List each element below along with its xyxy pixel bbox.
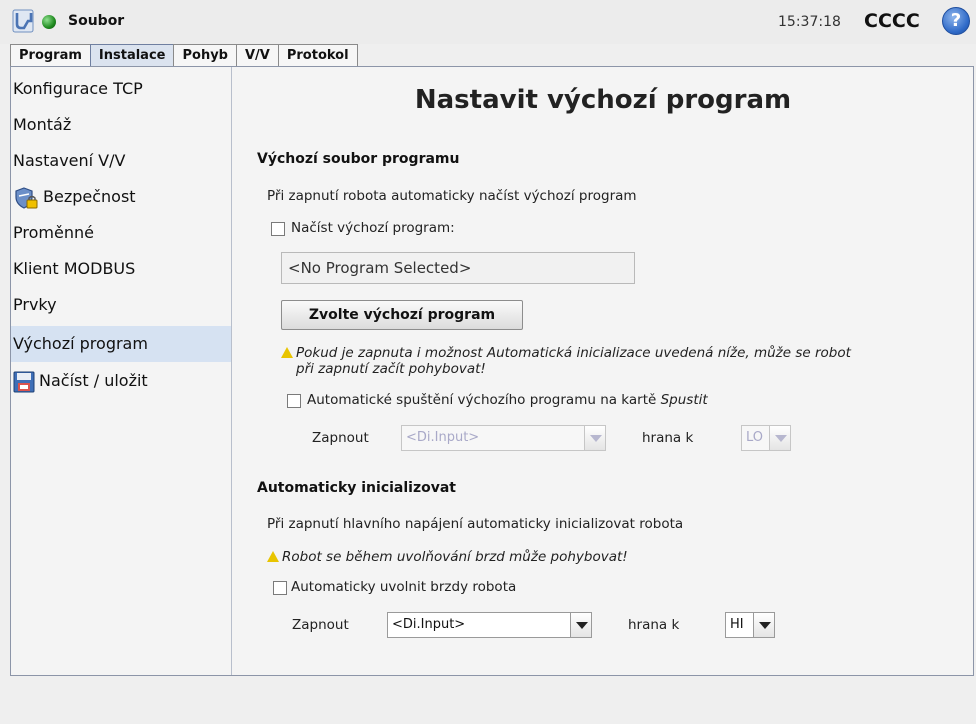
main-tabs: Program Instalace Pohyb V/V Protokol (10, 44, 358, 66)
warning-icon (267, 551, 279, 562)
tab-pohyb[interactable]: Pohyb (173, 44, 237, 66)
sidebar-item-features[interactable]: Prvky (11, 287, 231, 323)
warning-icon (281, 347, 293, 358)
help-icon[interactable]: ? (942, 7, 970, 35)
file-menu[interactable]: Soubor (68, 13, 124, 29)
default-program-panel: Nastavit výchozí program Výchozí soubor … (233, 67, 973, 675)
brake-warning: Robot se během uvolňování brzd může pohy… (267, 549, 628, 565)
choose-default-program-button[interactable]: Zvolte výchozí program (281, 300, 523, 330)
autoinit-warning-line2: při zapnutí začít pohybovat! (296, 361, 486, 377)
tab-instalace[interactable]: Instalace (89, 44, 175, 66)
release-brakes-checkbox[interactable] (273, 581, 287, 595)
autostart-input-select: <Di.Input> (401, 425, 606, 451)
auto-init-edge-select-value: HI (730, 617, 744, 632)
chevron-down-icon (584, 425, 606, 451)
sidebar-item-safety[interactable]: Bezpečnost (11, 179, 231, 215)
sidebar-item-label: Proměnné (13, 223, 94, 242)
tab-program[interactable]: Program (10, 44, 91, 66)
sidebar-item-label: Prvky (13, 295, 57, 314)
sidebar-item-mounting[interactable]: Montáž (11, 107, 231, 143)
autostart-label-text: Automatické spuštění výchozího programu … (307, 392, 661, 408)
autostart-edge-select-value: LO (746, 430, 764, 445)
installation-panel: Konfigurace TCP Montáž Nastavení V/V Bez… (10, 66, 974, 676)
top-bar: Soubor 15:37:18 CCCC ? (0, 0, 976, 44)
autoinit-warning: Pokud je zapnuta i možnost Automatická i… (281, 345, 851, 377)
chevron-down-icon (769, 425, 791, 451)
robot-status-indicator-icon (42, 15, 56, 29)
tab-protokol[interactable]: Protokol (277, 44, 358, 66)
sidebar-item-label: Načíst / uložit (39, 371, 148, 390)
sidebar-item-load-save[interactable]: Načíst / uložit (11, 363, 231, 399)
sidebar-item-label: Výchozí program (13, 334, 148, 353)
load-default-program-checkbox[interactable] (271, 222, 285, 236)
sidebar-item-label: Bezpečnost (43, 187, 136, 206)
section-heading-default-file: Výchozí soubor programu (257, 151, 460, 167)
autostart-default-program-label: Automatické spuštění výchozího programu … (307, 392, 708, 408)
auto-init-enable-label: Zapnout (292, 617, 349, 633)
clock: 15:37:18 (778, 14, 841, 30)
sidebar-item-io-setup[interactable]: Nastavení V/V (11, 143, 231, 179)
release-brakes-label: Automaticky uvolnit brzdy robota (291, 579, 517, 595)
brake-warning-text: Robot se během uvolňování brzd může pohy… (282, 549, 628, 565)
auto-init-input-select[interactable]: <Di.Input> (387, 612, 592, 638)
auto-init-input-select-value: <Di.Input> (392, 617, 466, 632)
autostart-edge-label: hrana k (642, 430, 694, 446)
page-title: Nastavit výchozí program (414, 85, 792, 115)
default-file-description: Při zapnutí robota automaticky načíst vý… (267, 188, 637, 204)
autostart-default-program-checkbox[interactable] (287, 394, 301, 408)
autostart-input-select-value: <Di.Input> (406, 430, 480, 445)
robot-name: CCCC (864, 10, 920, 32)
chevron-down-icon[interactable] (570, 612, 592, 638)
auto-init-description: Při zapnutí hlavního napájení automatick… (267, 516, 684, 532)
ur-logo-icon (12, 9, 34, 33)
auto-init-edge-label: hrana k (628, 617, 680, 633)
sidebar-item-default-program[interactable]: Výchozí program (11, 326, 231, 362)
auto-init-edge-select[interactable]: HI (725, 612, 775, 638)
sidebar-item-label: Konfigurace TCP (13, 79, 143, 98)
default-program-field: <No Program Selected> (281, 252, 635, 284)
footer-area (0, 677, 976, 724)
installation-sidebar: Konfigurace TCP Montáž Nastavení V/V Bez… (11, 67, 232, 675)
sidebar-item-variables[interactable]: Proměnné (11, 215, 231, 251)
autostart-edge-select: LO (741, 425, 791, 451)
sidebar-item-label: Nastavení V/V (13, 151, 126, 170)
section-heading-auto-init: Automaticky inicializovat (257, 480, 456, 496)
autostart-enable-label: Zapnout (312, 430, 369, 446)
sidebar-item-label: Klient MODBUS (13, 259, 136, 278)
tab-vv[interactable]: V/V (235, 44, 279, 66)
load-default-program-label: Načíst výchozí program: (291, 220, 455, 236)
autostart-label-run-tab: Spustit (660, 392, 708, 408)
floppy-disk-icon (13, 371, 35, 392)
autoinit-warning-line1: Pokud je zapnuta i možnost Automatická i… (296, 345, 851, 361)
sidebar-item-tcp[interactable]: Konfigurace TCP (11, 71, 231, 107)
safety-shield-lock-icon (15, 186, 38, 209)
chevron-down-icon[interactable] (753, 612, 775, 638)
sidebar-item-label: Montáž (13, 115, 72, 134)
sidebar-item-modbus[interactable]: Klient MODBUS (11, 251, 231, 287)
